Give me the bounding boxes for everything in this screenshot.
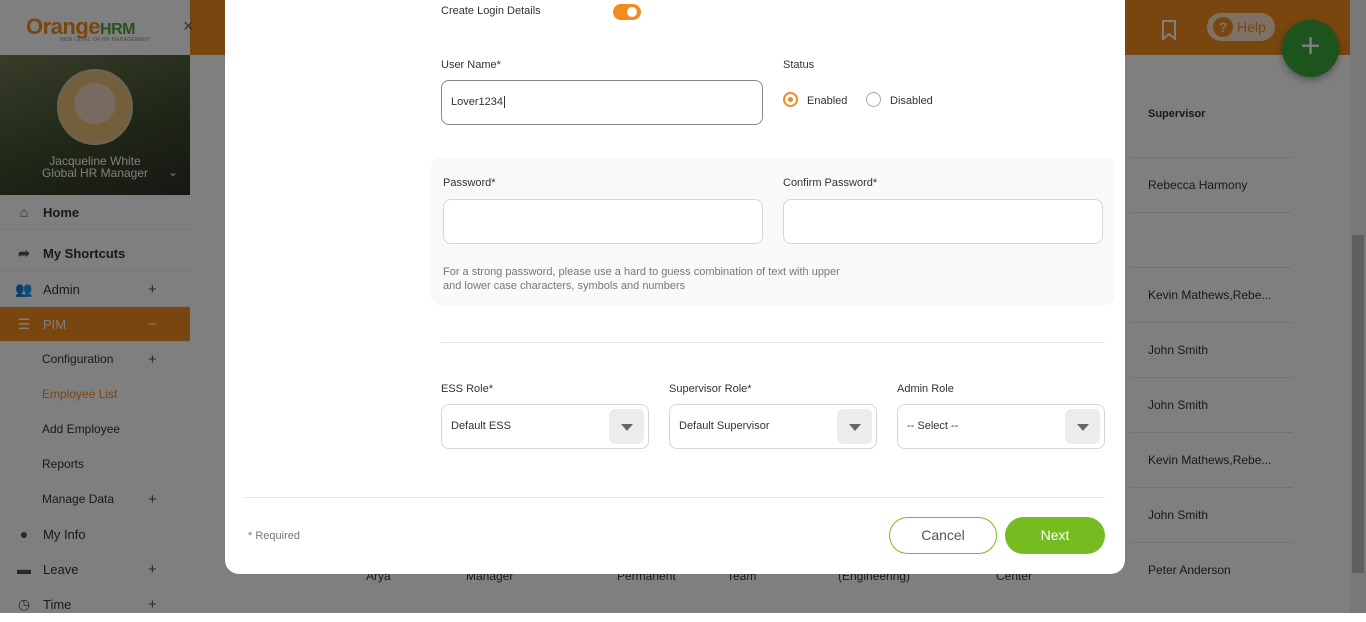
status-enabled-label[interactable]: Enabled xyxy=(807,95,847,107)
password-label: Password* xyxy=(443,177,496,189)
ess-role-select[interactable]: Default ESS xyxy=(441,404,649,449)
username-label: User Name* xyxy=(441,59,501,71)
chevron-down-icon[interactable] xyxy=(609,409,644,444)
username-value: Lover1234 xyxy=(451,96,503,108)
supervisor-role-label: Supervisor Role* xyxy=(669,383,752,395)
password-input[interactable] xyxy=(443,199,763,244)
supervisor-role-value: Default Supervisor xyxy=(679,420,770,432)
status-enabled-radio[interactable] xyxy=(783,92,798,107)
section-divider xyxy=(441,342,1105,343)
status-disabled-radio[interactable] xyxy=(866,92,881,107)
confirm-password-input[interactable] xyxy=(783,199,1103,244)
footer-divider xyxy=(244,497,1105,498)
password-hint-line: For a strong password, please use a hard… xyxy=(443,266,840,278)
next-button[interactable]: Next xyxy=(1005,517,1105,554)
required-note: * Required xyxy=(248,530,300,542)
cancel-button[interactable]: Cancel xyxy=(889,517,997,554)
ess-role-value: Default ESS xyxy=(451,420,511,432)
confirm-password-label: Confirm Password* xyxy=(783,177,878,189)
supervisor-role-select[interactable]: Default Supervisor xyxy=(669,404,877,449)
status-disabled-label[interactable]: Disabled xyxy=(890,95,933,107)
admin-role-select[interactable]: -- Select -- xyxy=(897,404,1105,449)
chevron-down-icon[interactable] xyxy=(1065,409,1100,444)
password-hint-line: and lower case characters, symbols and n… xyxy=(443,280,686,292)
add-employee-login-modal: Create Login Details User Name* Lover123… xyxy=(225,0,1125,574)
status-label: Status xyxy=(783,59,815,71)
username-input[interactable]: Lover1234 xyxy=(441,80,763,125)
chevron-down-icon[interactable] xyxy=(837,409,872,444)
toggle-knob xyxy=(627,7,637,17)
create-login-label: Create Login Details xyxy=(441,5,541,17)
create-login-toggle[interactable] xyxy=(613,4,641,20)
admin-role-label: Admin Role xyxy=(897,383,954,395)
text-cursor xyxy=(504,96,505,108)
ess-role-label: ESS Role* xyxy=(441,383,493,395)
password-hint: For a strong password, please use a hard… xyxy=(443,265,903,293)
admin-role-value: -- Select -- xyxy=(907,420,959,432)
